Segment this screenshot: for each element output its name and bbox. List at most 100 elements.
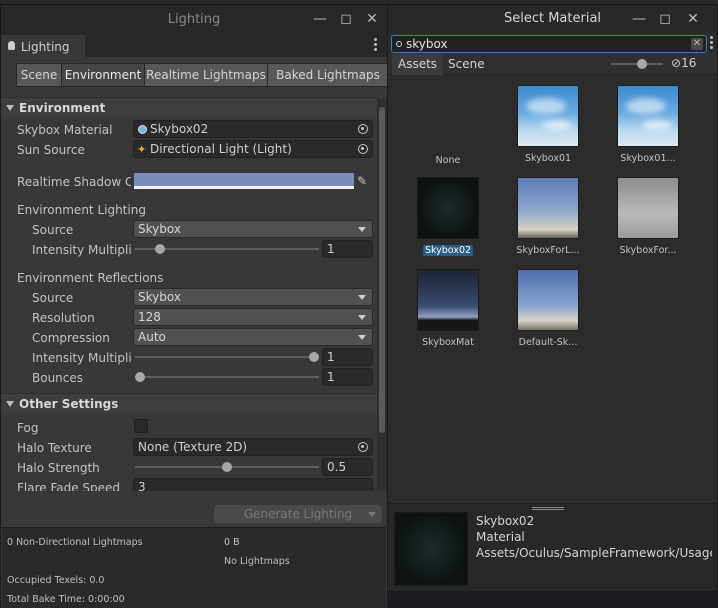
lighting-content: Environment Skybox Material Skybox02 Sun… [1, 95, 377, 491]
background-scene-bottom [388, 592, 718, 608]
hidden-packages-toggle[interactable]: ⊘16 [671, 56, 696, 70]
lighting-title-bar[interactable]: Lighting — ◻ ✕ [1, 5, 387, 33]
thumbnail-size-slider[interactable] [611, 59, 663, 69]
halo-texture-field[interactable]: None (Texture 2D) [133, 438, 373, 456]
material-item-none[interactable]: None [408, 149, 488, 166]
material-item[interactable]: SkyboxForL... [508, 177, 588, 256]
halo-strength-slider[interactable] [135, 462, 319, 472]
compression-dropdown[interactable]: Auto [133, 328, 373, 346]
material-item-selected[interactable]: Skybox02 [408, 177, 488, 256]
reflection-intensity-slider[interactable] [135, 352, 319, 362]
fog-checkbox[interactable] [134, 419, 148, 433]
material-thumbnail [417, 269, 479, 331]
material-thumbnail [517, 177, 579, 239]
environment-section-header[interactable]: Environment [1, 97, 377, 117]
lightmap-stats-panel: 0 Non-Directional Lightmaps 0 B No Light… [2, 527, 386, 608]
lightmaps-count: 0 Non-Directional Lightmaps [7, 537, 143, 548]
bounces-label: Bounces [32, 371, 84, 385]
light-icon: ✦ [137, 143, 147, 156]
material-item[interactable]: SkyboxMat [408, 269, 488, 348]
lighting-scrollbar[interactable] [377, 99, 387, 491]
close-icon[interactable]: ✕ [363, 10, 381, 28]
slider-knob[interactable] [222, 462, 232, 472]
kebab-menu-icon[interactable] [374, 38, 377, 52]
foldout-arrow-icon [6, 105, 14, 111]
object-picker-icon[interactable] [358, 124, 368, 134]
skybox-material-field[interactable]: Skybox02 [133, 120, 373, 138]
lighting-source-dropdown[interactable]: Skybox [133, 220, 373, 238]
tab-scene[interactable]: Scene [16, 63, 62, 87]
sun-source-field[interactable]: ✦ Directional Light (Light) [133, 140, 373, 158]
material-name: None [435, 155, 461, 166]
foldout-arrow-icon [6, 401, 14, 407]
search-input[interactable]: skybox ✕ [391, 35, 707, 53]
material-name: Skybox01 [524, 153, 572, 164]
other-settings-section-header[interactable]: Other Settings [1, 393, 377, 413]
material-item[interactable]: SkyboxFor... [608, 177, 688, 256]
minimize-icon[interactable]: — [311, 10, 329, 28]
tab-environment[interactable]: Environment [61, 63, 145, 87]
tab-lighting[interactable]: Lighting [1, 35, 85, 57]
intensity-multiplier-label: Intensity Multiplier [32, 243, 132, 257]
tab-assets[interactable]: Assets [392, 54, 444, 75]
eyedropper-icon[interactable]: ✎ [357, 174, 367, 188]
bounces-input[interactable]: 1 [322, 368, 373, 386]
flare-fade-input[interactable]: 3 [133, 478, 373, 491]
slider-knob[interactable] [637, 59, 647, 69]
lighting-source-label: Source [32, 223, 74, 237]
object-picker-icon[interactable] [358, 442, 368, 452]
material-item[interactable]: Skybox01... [608, 85, 688, 164]
skybox-material-value: Skybox02 [150, 122, 209, 136]
preview-material-name: Skybox02 [476, 514, 535, 528]
reflection-source-label: Source [32, 291, 74, 305]
lighting-window-title: Lighting [167, 12, 221, 27]
material-thumbnail [517, 85, 579, 147]
environment-reflections-label: Environment Reflections [17, 271, 164, 285]
reflection-source-dropdown[interactable]: Skybox [133, 288, 373, 306]
intensity-slider[interactable] [135, 244, 319, 254]
reflection-source-value: Skybox [138, 290, 181, 304]
material-preview-panel: Skybox02 Material Assets/Oculus/SampleFr… [388, 503, 717, 591]
generate-lighting-button[interactable]: Generate Lighting [214, 505, 382, 523]
scrollbar-thumb[interactable] [379, 107, 385, 433]
tab-baked-lightmaps[interactable]: Baked Lightmaps [267, 63, 389, 87]
eye-slash-icon: ⊘ [671, 56, 682, 70]
skybox-material-label: Skybox Material [17, 123, 113, 137]
object-picker-icon[interactable] [358, 144, 368, 154]
shadow-color-swatch[interactable] [134, 173, 354, 189]
material-item[interactable]: Default-Sk... [508, 269, 588, 348]
slider-knob[interactable] [155, 244, 165, 254]
material-thumbnail [517, 269, 579, 331]
intensity-input[interactable]: 1 [322, 240, 373, 258]
tab-scene[interactable]: Scene [442, 54, 491, 75]
material-thumbnail [617, 85, 679, 147]
material-name: Skybox01... [620, 153, 676, 164]
bounces-slider[interactable] [135, 372, 319, 382]
material-name: SkyboxFor... [619, 245, 677, 256]
select-material-title-bar[interactable]: Select Material — ◻ ✕ [388, 5, 717, 33]
chevron-down-icon[interactable] [368, 512, 376, 517]
close-icon[interactable]: ✕ [684, 10, 702, 28]
reflection-intensity-input[interactable]: 1 [322, 348, 373, 366]
material-sphere-icon [138, 125, 147, 134]
material-preview-image [394, 512, 468, 586]
maximize-icon[interactable]: ◻ [656, 10, 674, 28]
kebab-menu-icon[interactable] [710, 36, 713, 50]
resize-grip-icon[interactable] [532, 507, 564, 508]
clear-search-icon[interactable]: ✕ [691, 38, 703, 50]
slider-knob[interactable] [135, 372, 145, 382]
resolution-dropdown[interactable]: 128 [133, 308, 373, 326]
minimize-icon[interactable]: — [630, 10, 648, 28]
search-value: skybox [406, 37, 448, 51]
halo-strength-input[interactable]: 0.5 [322, 458, 373, 476]
slider-knob[interactable] [309, 352, 319, 362]
reflection-intensity-label: Intensity Multiplier [32, 351, 132, 365]
material-name: SkyboxMat [422, 337, 474, 348]
chevron-down-icon [358, 335, 366, 340]
tab-realtime-lightmaps[interactable]: Realtime Lightmaps [144, 63, 268, 87]
material-name: Default-Sk... [518, 337, 578, 348]
material-item[interactable]: Skybox01 [508, 85, 588, 164]
lighting-tab-row: Lighting [1, 33, 387, 57]
environment-header-label: Environment [19, 101, 106, 115]
maximize-icon[interactable]: ◻ [337, 10, 355, 28]
